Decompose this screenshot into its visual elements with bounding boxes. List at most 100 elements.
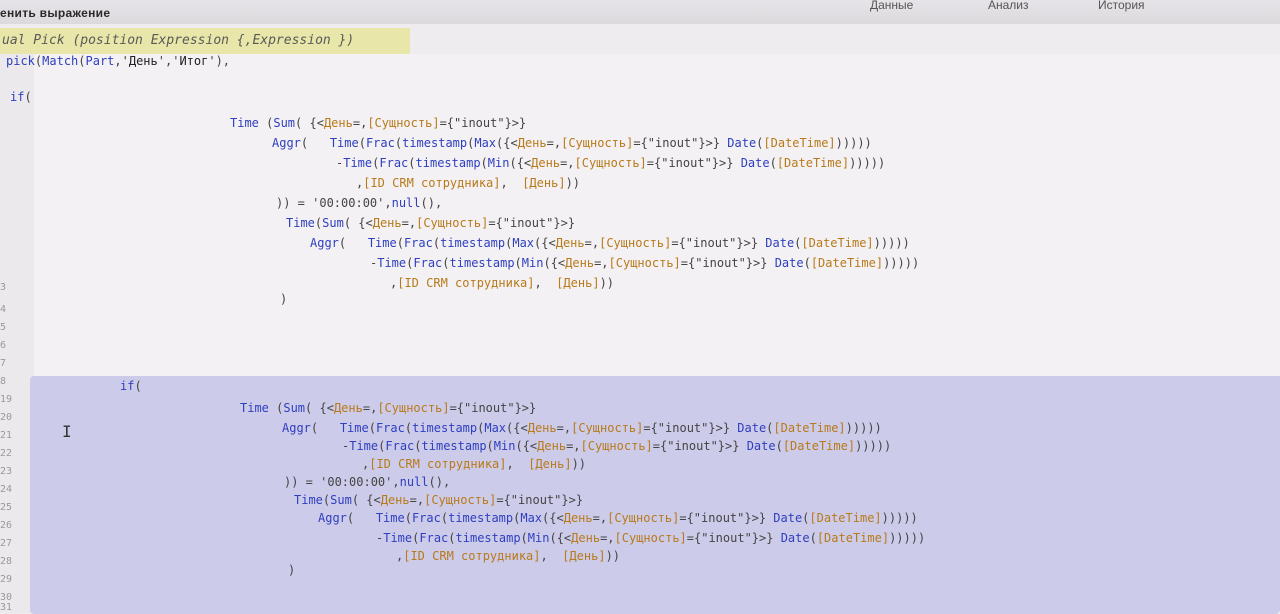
code-line[interactable]: Time(Sum( {<День=,[Сущность]={"inout"}>} xyxy=(294,493,583,507)
tab-history[interactable]: История xyxy=(1098,0,1145,12)
tab-analysis[interactable]: Анализ xyxy=(988,0,1029,12)
code-line[interactable]: )) = '00:00:00',null(), xyxy=(276,196,442,210)
code-token: [Сущность] xyxy=(561,136,634,150)
code-token: ={"inout"}>} xyxy=(633,136,728,150)
code-token: ={"inout"}>} xyxy=(671,236,766,250)
code-token: (), xyxy=(420,196,443,210)
code-token: [ID CRM сотрудника] xyxy=(363,176,501,190)
code-token: ({< xyxy=(509,156,532,170)
line-number: 31 xyxy=(0,602,13,613)
text-selection-highlight xyxy=(86,376,1280,394)
code-token: День xyxy=(537,439,567,453)
code-token: ( {< xyxy=(305,401,334,415)
code-token: =, xyxy=(556,421,572,435)
code-token: Time xyxy=(343,156,373,170)
code-token: День xyxy=(380,493,410,507)
code-token: =, xyxy=(560,156,575,170)
code-line[interactable]: -Time(Frac(timestamp(Min({<День=,[Сущнос… xyxy=(370,256,919,270)
code-token: День xyxy=(372,216,402,230)
code-line[interactable]: if( xyxy=(120,379,142,393)
code-token: ( {< xyxy=(343,216,373,230)
code-token: Sum xyxy=(330,493,352,507)
code-token: Max xyxy=(484,421,507,435)
code-token: День xyxy=(517,136,547,150)
code-token: ( xyxy=(775,439,783,453)
code-line[interactable]: ) xyxy=(280,292,287,306)
code-line[interactable]: ,[ID CRM сотрудника], [День])) xyxy=(396,549,620,563)
expression-editor[interactable]: 3 4 5 6 7 8 19 20 21 22 23 24 25 26 27 2… xyxy=(0,54,1280,614)
text-selection-highlight xyxy=(30,376,1280,614)
line-number: 29 xyxy=(0,574,13,585)
code-line[interactable]: Aggr( Time(Frac(timestamp(Max({<День=,[С… xyxy=(318,511,918,525)
code-token: День xyxy=(323,116,353,130)
code-line[interactable]: Aggr( Time(Frac(timestamp(Max({<День=,[С… xyxy=(272,136,872,150)
code-line[interactable]: ,[ID CRM сотрудника], [День])) xyxy=(390,276,614,290)
dialog-title: енить выражение xyxy=(0,6,111,20)
code-token: timestamp xyxy=(449,256,515,270)
code-token: ( xyxy=(404,421,413,435)
code-token: Max xyxy=(474,136,497,150)
code-token: Aggr xyxy=(282,421,311,435)
code-line[interactable]: if( xyxy=(10,90,32,104)
code-token: ( xyxy=(78,54,86,68)
code-token: Date xyxy=(773,511,803,525)
code-line[interactable]: Time (Sum( {<День=,[Сущность]={"inout"}>… xyxy=(240,401,536,415)
code-token: ( xyxy=(368,421,376,435)
code-token: [Сущность] xyxy=(574,156,647,170)
code-token: День xyxy=(555,236,585,250)
code-token: , xyxy=(534,276,557,290)
code-token: [ID CRM сотрудника] xyxy=(369,457,507,471)
code-token: Date xyxy=(740,156,770,170)
code-line[interactable]: ) xyxy=(288,563,295,577)
code-token: ( xyxy=(769,156,777,170)
code-token: [День] xyxy=(522,176,566,190)
tab-data[interactable]: Данные xyxy=(870,0,913,12)
code-token: )) xyxy=(565,176,581,190)
code-token: [ID CRM сотрудника] xyxy=(403,549,541,563)
code-token: ({< xyxy=(542,511,564,525)
code-token: ))))) xyxy=(849,156,886,170)
code-token: Min xyxy=(527,531,550,545)
code-token: ( xyxy=(358,136,366,150)
code-token: Aggr xyxy=(310,236,339,250)
line-number: 5 xyxy=(0,322,7,333)
code-line[interactable]: -Time(Frac(timestamp(Min({<День=,[Сущнос… xyxy=(342,439,891,453)
code-token: =, xyxy=(566,439,581,453)
code-token: День xyxy=(128,54,158,68)
code-token: ={"inout"}>} xyxy=(449,401,537,415)
code-token: [ID CRM сотрудника] xyxy=(397,276,535,290)
code-token: [Сущность] xyxy=(367,116,440,130)
code-token: ( xyxy=(394,136,403,150)
code-token: ',' xyxy=(157,54,180,68)
code-token: Match xyxy=(42,54,79,68)
code-line[interactable]: Aggr( Time(Frac(timestamp(Max({<День=,[С… xyxy=(282,421,882,435)
code-token: Time xyxy=(383,531,413,545)
code-token: [Сущность] xyxy=(607,511,680,525)
code-line[interactable]: Aggr( Time(Frac(timestamp(Max({<День=,[С… xyxy=(310,236,910,250)
code-token: Time xyxy=(377,256,407,270)
code-token: [DateTime] xyxy=(809,511,882,525)
code-token: Time xyxy=(339,421,369,435)
code-line[interactable]: Time (Sum( {<День=,[Сущность]={"inout"}>… xyxy=(230,116,526,130)
code-token: =, xyxy=(546,136,562,150)
code-token: null xyxy=(399,475,429,489)
code-line[interactable]: ,[ID CRM сотрудника], [День])) xyxy=(356,176,580,190)
line-number: 26 xyxy=(0,520,13,531)
code-line[interactable]: -Time(Frac(timestamp(Min({<День=,[Сущнос… xyxy=(336,156,885,170)
code-line[interactable]: Time(Sum( {<День=,[Сущность]={"inout"}>} xyxy=(286,216,575,230)
code-token: timestamp xyxy=(402,136,468,150)
code-line[interactable]: ,[ID CRM сотрудника], [День])) xyxy=(362,457,586,471)
code-token: ={"inout"}>} xyxy=(680,256,775,270)
code-token: ( xyxy=(520,531,528,545)
line-number: 25 xyxy=(0,502,13,513)
code-token: ))))) xyxy=(881,511,918,525)
code-token: Итог xyxy=(179,54,209,68)
code-line[interactable]: -Time(Frac(timestamp(Min({<День=,[Сущнос… xyxy=(376,531,925,545)
code-token: Date xyxy=(780,531,810,545)
code-token: [Сущность] xyxy=(580,439,653,453)
line-number: 7 xyxy=(0,358,7,369)
code-line[interactable]: )) = '00:00:00',null(), xyxy=(284,475,450,489)
code-line[interactable]: pick(Match(Part,'День','Итог'), xyxy=(6,54,230,68)
code-token: if xyxy=(10,90,25,104)
code-token: Time xyxy=(294,493,323,507)
